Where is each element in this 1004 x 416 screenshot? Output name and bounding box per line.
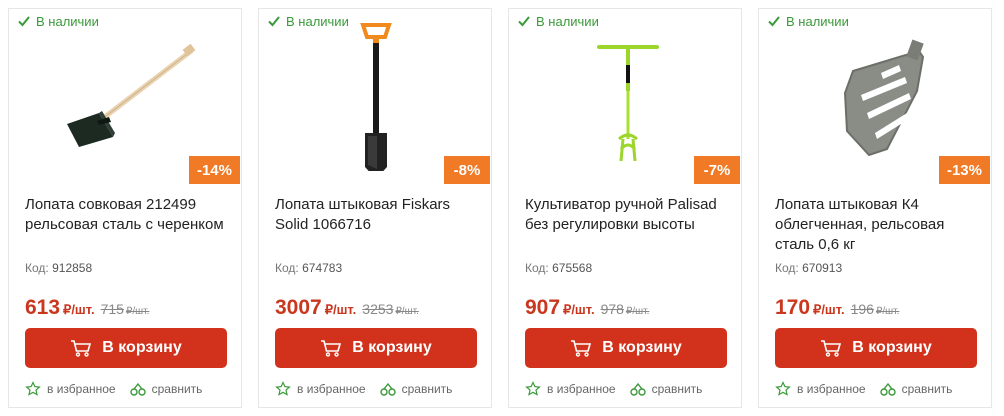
favorites-label: в избранное (547, 382, 616, 396)
add-to-cart-button[interactable]: В корзину (25, 328, 227, 368)
cultivator-icon (597, 45, 659, 162)
old-price-unit: ₽/шт. (395, 306, 419, 317)
product-title[interactable]: Лопата штыковая Fiskars Solid 1066716 (275, 195, 485, 235)
star-icon (525, 381, 541, 396)
compare-label: сравнить (651, 382, 703, 396)
product-title[interactable]: Лопата штыковая К4 облегченная, рельсова… (775, 195, 985, 255)
star-icon (25, 381, 41, 396)
add-to-cart-button[interactable]: В корзину (525, 328, 727, 368)
favorites-link[interactable]: в избранное (775, 381, 866, 397)
shovel-blade-icon (843, 39, 925, 157)
add-to-cart-label: В корзину (352, 339, 432, 356)
product-card[interactable]: В наличии -7% Культиватор ручной Palisad… (508, 8, 742, 408)
compare-label: сравнить (151, 382, 203, 396)
discount-badge: -13% (938, 156, 990, 184)
favorites-label: в избранное (47, 382, 116, 396)
product-card[interactable]: В наличии -14% Лопата совковая 212499 ре… (8, 8, 242, 408)
current-price: 3007 (275, 296, 322, 319)
scales-icon (379, 382, 396, 396)
favorites-label: в избранное (297, 382, 366, 396)
favorites-label: в избранное (797, 382, 866, 396)
product-code: Код: 674783 (275, 261, 342, 275)
product-code: Код: 675568 (525, 261, 592, 275)
old-price-unit: ₽/шт. (875, 306, 900, 317)
code-value: 670913 (802, 261, 843, 275)
price-block: 170 ₽/шт. 196 ₽/шт. (775, 296, 899, 320)
add-to-cart-button[interactable]: В корзину (275, 328, 477, 368)
add-to-cart-label: В корзину (102, 339, 182, 356)
price-block: 3007 ₽/шт. 3253 ₽/шт. (275, 296, 419, 320)
discount-badge: -8% (444, 156, 490, 184)
favorites-link[interactable]: в избранное (25, 381, 116, 397)
current-price: 613 (25, 296, 61, 319)
code-value: 675568 (552, 261, 593, 275)
product-card[interactable]: В наличии -13% Лопата штыковая К4 облегч… (758, 8, 992, 408)
old-price: 3253 (362, 301, 394, 317)
scales-icon (629, 382, 646, 396)
scales-icon (879, 382, 896, 396)
compare-label: сравнить (901, 382, 953, 396)
product-image[interactable] (519, 21, 733, 171)
compare-link[interactable]: сравнить (879, 381, 953, 397)
code-label: Код: (525, 261, 549, 275)
card-actions: в избранное сравнить (775, 381, 985, 397)
current-price: 170 (775, 296, 811, 319)
star-icon (275, 381, 291, 396)
product-image[interactable] (769, 21, 983, 171)
product-code: Код: 912858 (25, 261, 92, 275)
add-to-cart-label: В корзину (602, 339, 682, 356)
discount-badge: -7% (694, 156, 740, 184)
card-actions: в избранное сравнить (525, 381, 735, 397)
compare-link[interactable]: сравнить (129, 381, 203, 397)
add-to-cart-label: В корзину (852, 339, 932, 356)
code-label: Код: (775, 261, 799, 275)
product-code: Код: 670913 (775, 261, 842, 275)
star-icon (775, 381, 791, 396)
compare-link[interactable]: сравнить (629, 381, 703, 397)
old-price: 196 (850, 301, 874, 317)
old-price-unit: ₽/шт. (125, 306, 150, 317)
old-price: 978 (600, 301, 624, 317)
price-unit: ₽/шт. (63, 302, 95, 317)
favorites-link[interactable]: в избранное (525, 381, 616, 397)
compare-link[interactable]: сравнить (379, 381, 453, 397)
card-actions: в избранное сравнить (25, 381, 235, 397)
price-unit: ₽/шт. (563, 302, 595, 317)
cart-icon (571, 340, 592, 357)
card-actions: в избранное сравнить (275, 381, 485, 397)
price-block: 907 ₽/шт. 978 ₽/шт. (525, 296, 649, 320)
discount-badge: -14% (188, 156, 240, 184)
shovel-scoop-icon (67, 43, 196, 147)
product-image[interactable] (269, 21, 483, 171)
code-value: 674783 (302, 261, 343, 275)
compare-label: сравнить (401, 382, 453, 396)
cart-icon (71, 340, 92, 357)
product-image[interactable] (19, 21, 233, 171)
product-card[interactable]: В наличии -8% Лопата штыковая Fiskars So… (258, 8, 492, 408)
shovel-spade-icon (360, 23, 392, 171)
code-value: 912858 (52, 261, 93, 275)
scales-icon (129, 382, 146, 396)
cart-icon (321, 340, 342, 357)
add-to-cart-button[interactable]: В корзину (775, 328, 977, 368)
old-price: 715 (100, 301, 124, 317)
cart-icon (821, 340, 842, 357)
price-unit: ₽/шт. (324, 302, 357, 317)
product-title[interactable]: Лопата совковая 212499 рельсовая сталь с… (25, 195, 235, 235)
code-label: Код: (275, 261, 299, 275)
current-price: 907 (525, 296, 561, 319)
favorites-link[interactable]: в избранное (275, 381, 366, 397)
old-price-unit: ₽/шт. (625, 306, 650, 317)
code-label: Код: (25, 261, 49, 275)
price-unit: ₽/шт. (813, 302, 845, 317)
price-block: 613 ₽/шт. 715 ₽/шт. (25, 296, 149, 320)
product-title[interactable]: Культиватор ручной Palisad без регулиров… (525, 195, 735, 235)
